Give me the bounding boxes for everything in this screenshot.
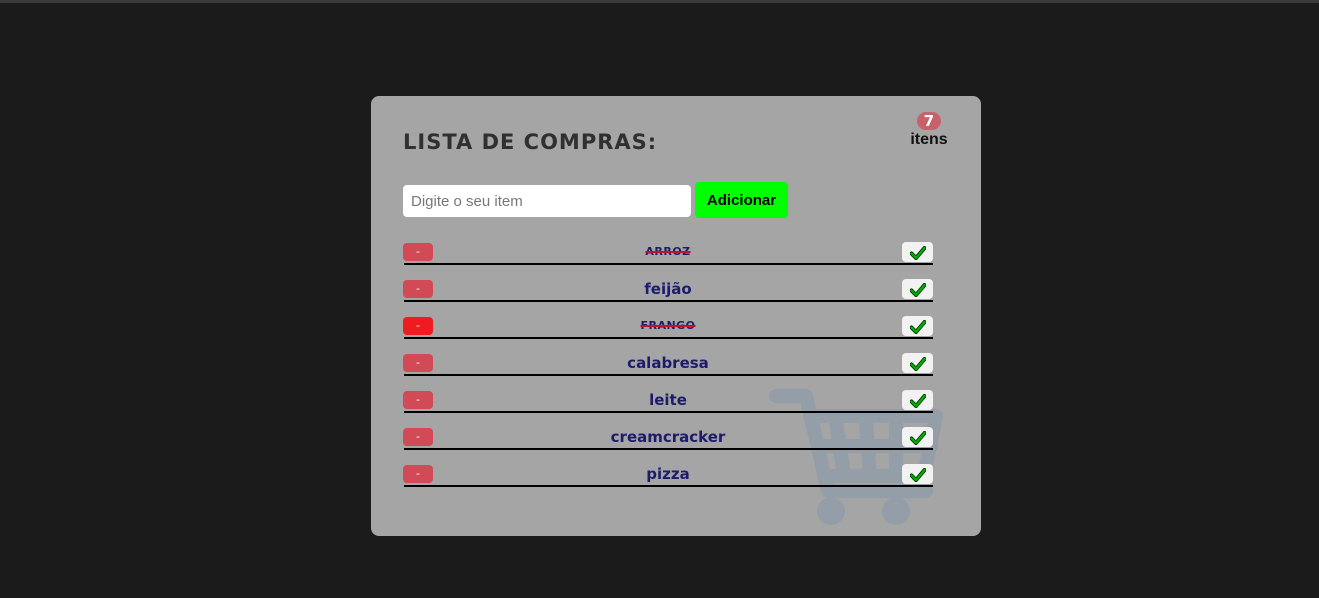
- remove-item-button[interactable]: -: [403, 317, 433, 335]
- item-name: feijão: [644, 280, 692, 298]
- list-item: - creamcracker: [403, 427, 933, 464]
- item-name: leite: [649, 391, 687, 409]
- remove-item-button[interactable]: -: [403, 354, 433, 372]
- item-underline: [404, 337, 933, 339]
- item-input[interactable]: [403, 185, 691, 217]
- item-name: pizza: [646, 465, 690, 483]
- page-title: LISTA DE COMPRAS:: [403, 130, 658, 154]
- shopping-items-list: - ARROZ - feijão - FRANGO - calabresa - leite - cre…: [403, 242, 933, 501]
- check-icon: [909, 394, 926, 408]
- remove-item-button[interactable]: -: [403, 391, 433, 409]
- item-counter: 7 itens: [909, 112, 949, 149]
- mark-done-button[interactable]: [902, 279, 933, 299]
- item-name: FRANGO: [640, 319, 696, 332]
- shopping-list-card: LISTA DE COMPRAS: 7 itens Adicionar - ARR…: [371, 96, 981, 536]
- list-item: - pizza: [403, 464, 933, 501]
- item-name: calabresa: [627, 354, 709, 372]
- mark-done-button[interactable]: [902, 353, 933, 373]
- list-item: - feijão: [403, 279, 933, 316]
- mark-done-button[interactable]: [902, 316, 933, 336]
- list-item: - leite: [403, 390, 933, 427]
- list-item: - FRANGO: [403, 316, 933, 353]
- item-underline: [404, 411, 933, 413]
- check-icon: [909, 357, 926, 371]
- remove-item-button[interactable]: -: [403, 280, 433, 298]
- remove-item-button[interactable]: -: [403, 465, 433, 483]
- item-underline: [404, 448, 933, 450]
- mark-done-button[interactable]: [902, 242, 933, 262]
- check-icon: [909, 283, 926, 297]
- check-icon: [909, 431, 926, 445]
- count-label: itens: [910, 131, 948, 148]
- check-icon: [909, 320, 926, 334]
- item-underline: [404, 374, 933, 376]
- item-name: creamcracker: [610, 428, 726, 446]
- remove-item-button[interactable]: -: [403, 428, 433, 446]
- mark-done-button[interactable]: [902, 427, 933, 447]
- item-underline: [404, 263, 933, 265]
- list-item: - calabresa: [403, 353, 933, 390]
- check-icon: [909, 246, 926, 260]
- mark-done-button[interactable]: [902, 464, 933, 484]
- add-item-button[interactable]: Adicionar: [695, 182, 788, 218]
- list-item: - ARROZ: [403, 242, 933, 279]
- count-badge: 7: [917, 112, 941, 130]
- check-icon: [909, 468, 926, 482]
- item-underline: [404, 300, 933, 302]
- item-underline: [404, 485, 933, 487]
- mark-done-button[interactable]: [902, 390, 933, 410]
- window-top-border: [0, 0, 1319, 3]
- remove-item-button[interactable]: -: [403, 243, 433, 261]
- item-name: ARROZ: [645, 245, 691, 258]
